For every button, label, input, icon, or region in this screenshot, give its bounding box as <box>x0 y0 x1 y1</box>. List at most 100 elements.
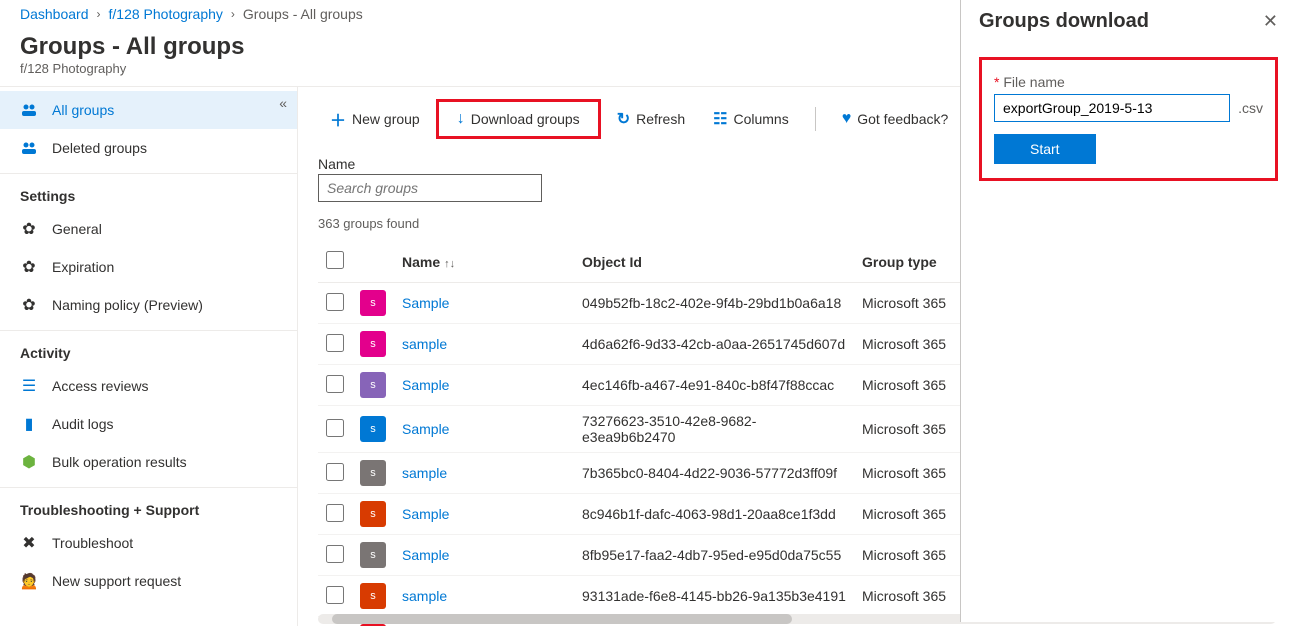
row-checkbox[interactable] <box>326 334 344 352</box>
plus-icon: ＋ <box>330 107 346 131</box>
col-avatar <box>352 241 394 283</box>
sidebar-item-general[interactable]: ✿ General <box>0 210 297 248</box>
object-id-cell: 73276623-3510-42e8-9682-e3ea9b6b2470 <box>574 406 854 453</box>
sidebar-section-settings: Settings <box>0 173 297 210</box>
sidebar-item-label: Naming policy (Preview) <box>52 297 203 313</box>
notebook-icon: ▮ <box>20 415 38 433</box>
object-id-cell: 4d6a62f6-9d33-42cb-a0aa-2651745d607d <box>574 324 854 365</box>
col-checkbox <box>318 241 352 283</box>
group-name-link[interactable]: Sample <box>402 506 449 522</box>
group-name-link[interactable]: Sample <box>402 295 449 311</box>
group-avatar: s <box>360 542 386 568</box>
group-avatar: s <box>360 372 386 398</box>
object-id-cell: 8c946b1f-dafc-4063-98d1-20aa8ce1f3dd <box>574 494 854 535</box>
sidebar-item-all-groups[interactable]: All groups <box>0 91 297 129</box>
panel-title: Groups download <box>979 10 1149 33</box>
close-icon[interactable]: ✕ <box>1263 11 1278 32</box>
sidebar-item-bulk-results[interactable]: ⬢ Bulk operation results <box>0 443 297 481</box>
sidebar-item-label: Bulk operation results <box>52 454 187 470</box>
scrollbar-thumb[interactable] <box>332 614 792 624</box>
row-checkbox[interactable] <box>326 504 344 522</box>
highlight-download: ↓ Download groups <box>436 99 601 139</box>
sort-icon: ↑↓ <box>444 258 455 270</box>
row-checkbox[interactable] <box>326 463 344 481</box>
feedback-button[interactable]: ♥ Got feedback? <box>830 104 961 134</box>
sidebar-item-deleted-groups[interactable]: Deleted groups <box>0 129 297 167</box>
object-id-cell: 7b365bc0-8404-4d22-9036-57772d3ff09f <box>574 453 854 494</box>
download-panel: Groups download ✕ * File name .csv Start <box>960 0 1296 622</box>
sidebar-item-troubleshoot[interactable]: ✖ Troubleshoot <box>0 524 297 562</box>
sidebar: « All groups Deleted groups Settings ✿ G… <box>0 87 298 626</box>
breadcrumb-current: Groups - All groups <box>243 6 363 22</box>
file-extension: .csv <box>1238 100 1263 116</box>
sidebar-item-support-request[interactable]: 🙍 New support request <box>0 562 297 600</box>
group-avatar: s <box>360 290 386 316</box>
divider <box>815 107 816 131</box>
row-checkbox[interactable] <box>326 419 344 437</box>
sidebar-item-access-reviews[interactable]: ☰ Access reviews <box>0 367 297 405</box>
button-label: Download groups <box>471 111 580 127</box>
groups-icon <box>20 101 38 119</box>
gear-icon: ✿ <box>20 258 38 276</box>
object-id-cell: 049b52fb-18c2-402e-9f4b-29bd1b0a6a18 <box>574 283 854 324</box>
download-groups-button[interactable]: ↓ Download groups <box>445 104 592 134</box>
deleted-groups-icon <box>20 139 38 157</box>
col-name[interactable]: Name↑↓ <box>394 241 574 283</box>
refresh-icon: ↻ <box>617 109 630 129</box>
button-label: New group <box>352 111 420 127</box>
download-icon: ↓ <box>457 110 465 128</box>
button-label: Refresh <box>636 111 685 127</box>
file-name-input[interactable] <box>994 94 1230 122</box>
file-name-label: * File name <box>994 74 1263 90</box>
object-id-cell: 93131ade-f6e8-4145-bb26-9a135b3e4191 <box>574 576 854 617</box>
start-button[interactable]: Start <box>994 134 1096 164</box>
select-all-checkbox[interactable] <box>326 251 344 269</box>
sidebar-item-label: Troubleshoot <box>52 535 133 551</box>
sidebar-item-label: New support request <box>52 573 181 589</box>
row-checkbox[interactable] <box>326 293 344 311</box>
sidebar-item-label: Audit logs <box>52 416 113 432</box>
group-name-link[interactable]: Sample <box>402 547 449 563</box>
sidebar-section-activity: Activity <box>0 330 297 367</box>
row-checkbox[interactable] <box>326 545 344 563</box>
sidebar-item-label: General <box>52 221 102 237</box>
support-icon: 🙍 <box>20 572 38 590</box>
sidebar-section-support: Troubleshooting + Support <box>0 487 297 524</box>
collapse-sidebar-button[interactable]: « <box>279 95 287 111</box>
bulk-icon: ⬢ <box>20 453 38 471</box>
tools-icon: ✖ <box>20 534 38 552</box>
columns-button[interactable]: ☷ Columns <box>701 103 801 135</box>
sidebar-item-audit-logs[interactable]: ▮ Audit logs <box>0 405 297 443</box>
gear-icon: ✿ <box>20 220 38 238</box>
group-name-link[interactable]: sample <box>402 588 447 604</box>
sidebar-item-label: Expiration <box>52 259 114 275</box>
sidebar-item-label: Deleted groups <box>52 140 147 156</box>
object-id-cell: 4ec146fb-a467-4e91-840c-b8f47f88ccac <box>574 365 854 406</box>
chevron-right-icon: › <box>97 7 101 21</box>
row-checkbox[interactable] <box>326 586 344 604</box>
group-avatar: s <box>360 331 386 357</box>
heart-icon: ♥ <box>842 110 852 128</box>
group-avatar: s <box>360 583 386 609</box>
group-name-link[interactable]: Sample <box>402 421 449 437</box>
highlight-form: * File name .csv Start <box>979 57 1278 181</box>
button-label: Columns <box>733 111 788 127</box>
group-name-link[interactable]: Sample <box>402 377 449 393</box>
group-name-link[interactable]: sample <box>402 336 447 352</box>
search-input[interactable] <box>318 174 542 202</box>
group-name-link[interactable]: sample <box>402 465 447 481</box>
refresh-button[interactable]: ↻ Refresh <box>605 103 697 135</box>
object-id-cell: 8fb95e17-faa2-4db7-95ed-e95d0da75c55 <box>574 535 854 576</box>
columns-icon: ☷ <box>713 109 727 129</box>
sidebar-item-expiration[interactable]: ✿ Expiration <box>0 248 297 286</box>
breadcrumb-dashboard[interactable]: Dashboard <box>20 6 89 22</box>
list-icon: ☰ <box>20 377 38 395</box>
group-avatar: s <box>360 460 386 486</box>
new-group-button[interactable]: ＋ New group <box>318 101 432 137</box>
breadcrumb-org[interactable]: f/128 Photography <box>109 6 223 22</box>
group-avatar: s <box>360 416 386 442</box>
col-object-id: Object Id <box>574 241 854 283</box>
row-checkbox[interactable] <box>326 375 344 393</box>
sidebar-item-naming-policy[interactable]: ✿ Naming policy (Preview) <box>0 286 297 324</box>
group-avatar: s <box>360 501 386 527</box>
